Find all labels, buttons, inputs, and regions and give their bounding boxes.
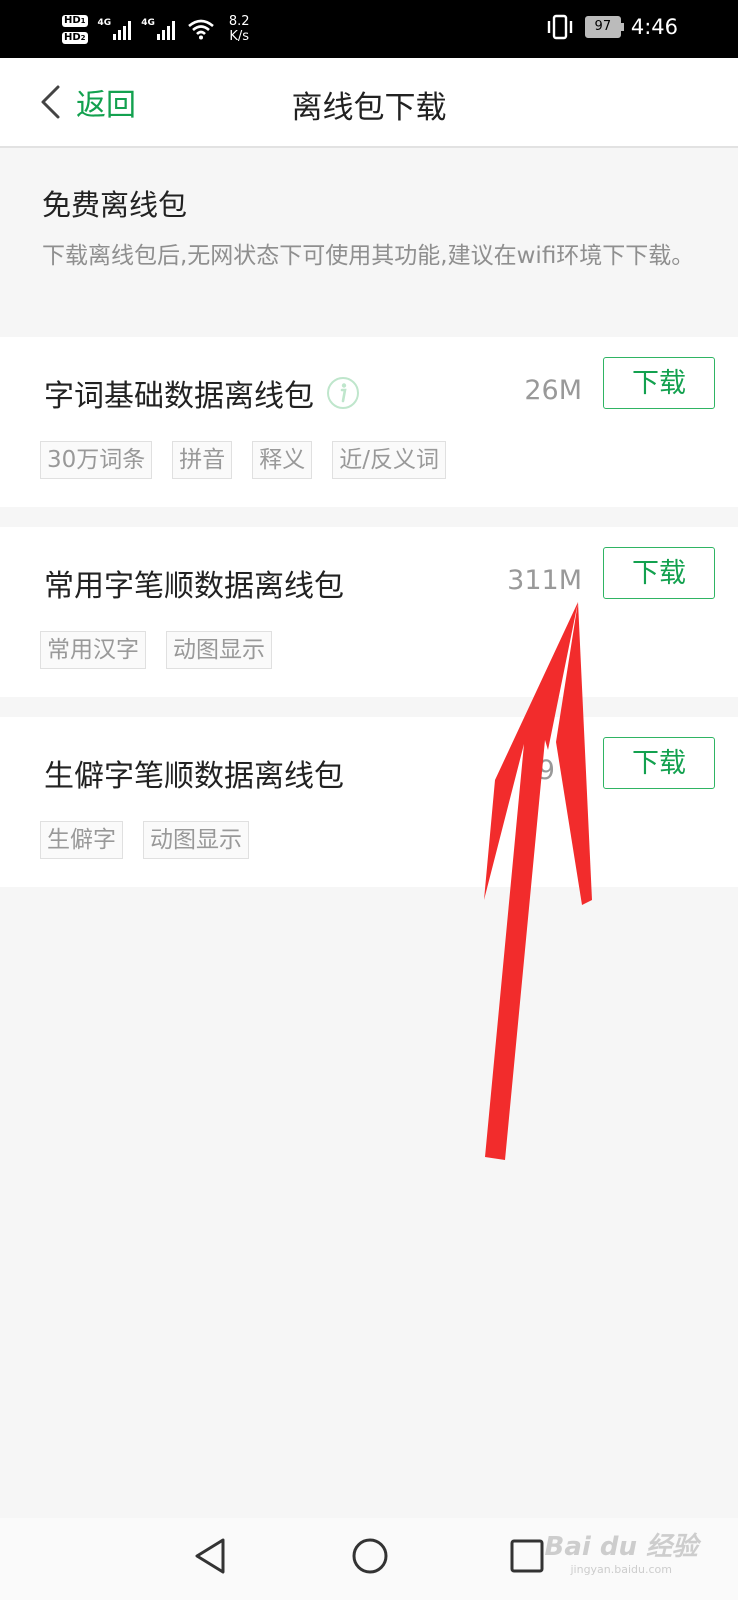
package-name: 生僻字笔顺数据离线包	[44, 751, 344, 795]
download-button[interactable]: 下载	[603, 357, 715, 409]
clock: 4:46	[630, 15, 678, 39]
package-size: 26M	[524, 375, 582, 406]
app-header: 返回 离线包下载	[0, 58, 738, 148]
package-card-common-stroke: 常用字笔顺数据离线包 311M 下载 常用汉字 动图显示	[0, 527, 738, 697]
wifi-icon	[188, 19, 214, 40]
sim2-hd-icon: HD2	[62, 31, 88, 44]
tag: 释义	[252, 441, 313, 479]
download-button[interactable]: 下载	[603, 737, 715, 789]
package-card-rare-stroke: 生僻字笔顺数据离线包 9 V 下载 生僻字 动图显示	[0, 717, 738, 887]
page-title: 离线包下载	[291, 90, 447, 126]
status-left: HD1 HD2 4G 4G 8.2 K/s	[62, 8, 250, 50]
tag: 动图显示	[166, 631, 272, 669]
tag: 动图显示	[143, 821, 249, 859]
section-title: 免费离线包	[42, 188, 188, 222]
package-name-label: 常用字笔顺数据离线包	[44, 569, 344, 604]
nav-recents-icon[interactable]	[509, 1536, 545, 1576]
package-size: 9 V	[537, 755, 582, 786]
nav-home-icon[interactable]	[350, 1536, 390, 1576]
info-icon[interactable]	[326, 376, 360, 410]
package-name: 常用字笔顺数据离线包	[44, 561, 344, 605]
status-bar: HD1 HD2 4G 4G 8.2 K/s 97 4:46	[0, 0, 738, 58]
network-speed: 8.2 K/s	[228, 14, 250, 44]
tag: 近/反义词	[332, 441, 447, 479]
package-name: 字词基础数据离线包	[44, 371, 360, 415]
sim-indicators: HD1 HD2	[62, 14, 88, 44]
sim1-hd-icon: HD1	[62, 14, 88, 27]
package-tags: 生僻字 动图显示	[40, 821, 249, 859]
package-tags: 30万词条 拼音 释义 近/反义词	[40, 441, 447, 479]
watermark-brand: Bai du 经验	[544, 1532, 699, 1562]
status-right: 97 4:46	[545, 14, 678, 40]
package-name-label: 生僻字笔顺数据离线包	[44, 759, 344, 794]
package-size: 311M	[507, 565, 582, 596]
section-description: 下载离线包后,无网状态下可使用其功能,建议在wifi环境下下载。	[42, 243, 695, 269]
signal-icon-1: 4G	[98, 18, 132, 40]
package-tags: 常用汉字 动图显示	[40, 631, 272, 669]
watermark-url: jingyan.baidu.com	[570, 1563, 672, 1576]
tag: 30万词条	[40, 441, 153, 479]
intro-section: 免费离线包 下载离线包后,无网状态下可使用其功能,建议在wifi环境下下载。	[0, 148, 738, 336]
tag: 常用汉字	[40, 631, 146, 669]
nav-back-icon[interactable]	[193, 1536, 227, 1576]
signal-icon-2: 4G	[141, 18, 175, 40]
download-button[interactable]: 下载	[603, 547, 715, 599]
package-name-label: 字词基础数据离线包	[44, 379, 314, 414]
tag: 生僻字	[40, 821, 123, 859]
package-card-basic: 字词基础数据离线包 26M 下载 30万词条 拼音 释义 近/反义词	[0, 337, 738, 507]
battery-icon: 97	[584, 16, 624, 38]
vibrate-icon	[547, 14, 573, 40]
tag: 拼音	[172, 441, 233, 479]
watermark: Bai du 经验 jingyan.baidu.com	[545, 1526, 699, 1576]
